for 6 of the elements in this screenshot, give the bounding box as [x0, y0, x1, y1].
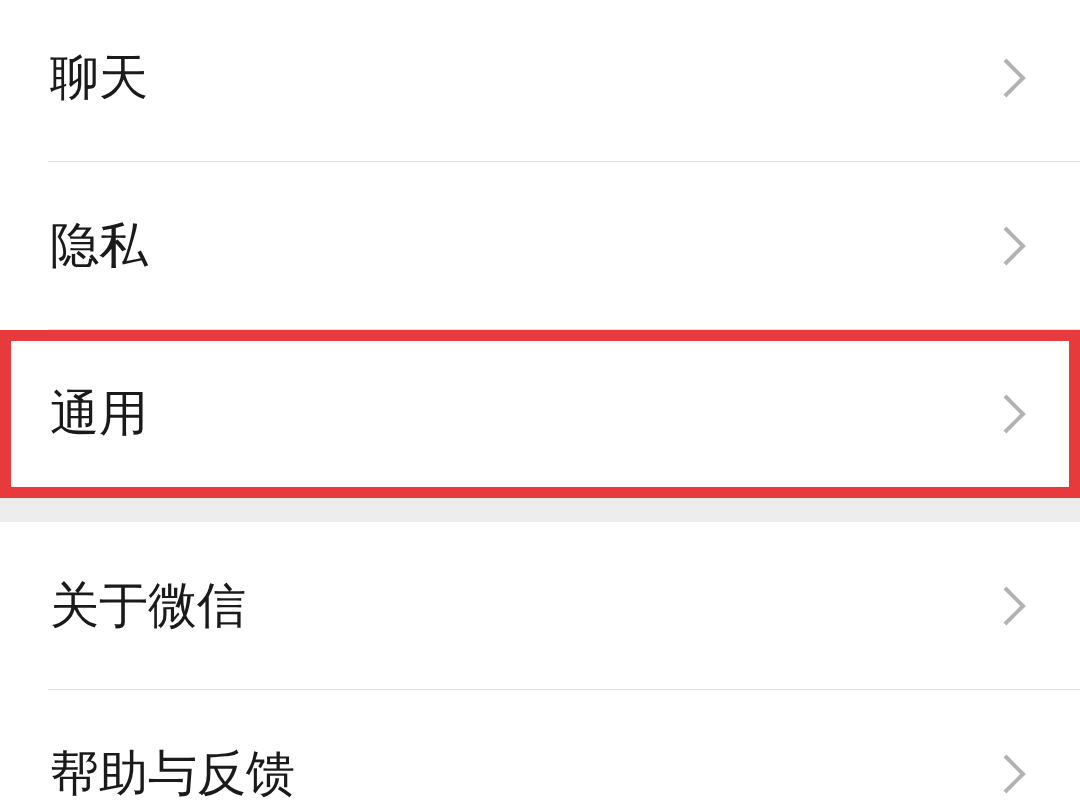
settings-item[interactable]: 通用	[0, 330, 1080, 498]
chevron-right-icon	[1002, 586, 1026, 626]
chevron-right-icon	[1002, 754, 1026, 794]
chevron-right-icon	[1002, 58, 1026, 98]
chevron-right-icon	[1002, 226, 1026, 266]
chevron-right-icon	[1002, 394, 1026, 434]
